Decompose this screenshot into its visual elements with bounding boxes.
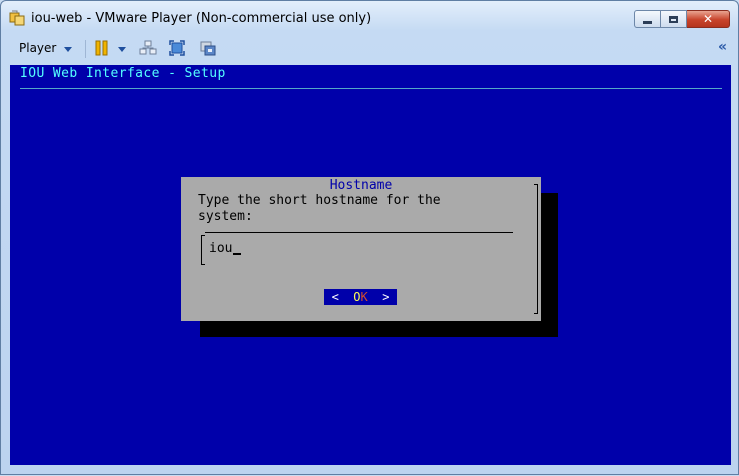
dialog-prompt: Type the short hostname for the system: [198, 193, 441, 224]
input-border-left [201, 235, 205, 265]
hostname-dialog: Hostname Type the short hostname for the… [181, 177, 541, 321]
text-cursor [233, 253, 242, 255]
pause-icon[interactable] [95, 40, 109, 56]
maximize-icon [669, 15, 678, 23]
player-menu-chevron-down-icon[interactable] [64, 47, 72, 52]
power-menu-chevron-down-icon[interactable] [118, 47, 126, 52]
unity-icon[interactable] [200, 40, 216, 56]
ok-button[interactable]: < OK > [324, 289, 397, 305]
fullscreen-icon[interactable] [169, 40, 185, 56]
player-menu-button[interactable]: Player [19, 41, 56, 55]
player-toolbar: Player « [9, 36, 731, 62]
ok-right-arrow: > [382, 290, 390, 304]
window-controls: ✕ [634, 10, 730, 28]
hostname-input[interactable]: iou [201, 232, 515, 266]
hostname-value-text: iou [209, 241, 233, 256]
dialog-title: Hostname [329, 178, 393, 193]
setup-header: IOU Web Interface - Setup [20, 66, 226, 81]
hostname-input-value[interactable]: iou [209, 241, 242, 256]
close-button[interactable]: ✕ [687, 10, 730, 28]
ok-left-arrow: < [331, 290, 339, 304]
input-border-top [205, 232, 513, 233]
vmware-app-icon[interactable] [9, 10, 25, 26]
toolbar-separator [85, 40, 86, 58]
header-divider [20, 88, 722, 89]
send-ctrl-alt-del-icon[interactable] [139, 40, 157, 56]
title-bar: iou-web - VMware Player (Non-commercial … [1, 1, 738, 35]
vm-console-screen[interactable]: IOU Web Interface - Setup Hostname Type … [10, 65, 731, 465]
vmware-player-window: iou-web - VMware Player (Non-commercial … [0, 0, 739, 475]
ok-label-k: K [360, 290, 368, 304]
close-icon: ✕ [702, 12, 714, 26]
maximize-button[interactable] [661, 10, 687, 28]
minimize-icon [643, 20, 652, 24]
dialog-border [534, 184, 538, 314]
ok-label-o: O [353, 290, 361, 304]
collapse-toolbar-button[interactable]: « [718, 39, 727, 55]
minimize-button[interactable] [634, 10, 661, 28]
window-title: iou-web - VMware Player (Non-commercial … [31, 11, 372, 26]
